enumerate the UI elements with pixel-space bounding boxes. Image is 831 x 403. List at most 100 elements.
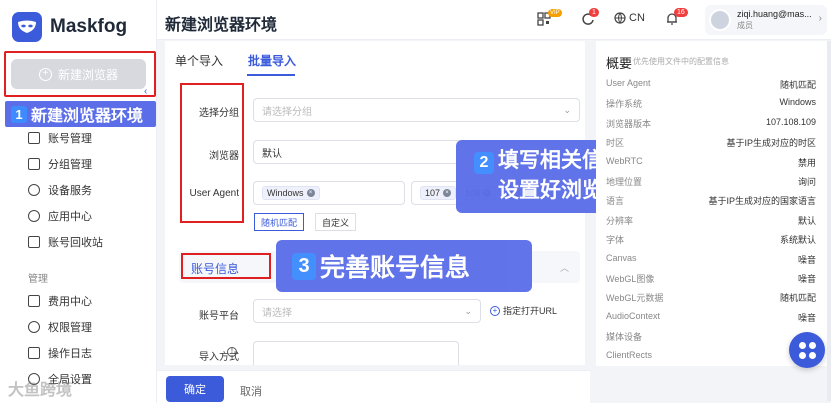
remove-tag-icon[interactable]: × [443,189,452,197]
apps-icon [28,210,40,222]
ua-os-select[interactable]: Windows × [253,181,405,205]
cancel-button[interactable]: 取消 [240,383,262,399]
log-icon [28,347,40,359]
platform-select[interactable]: 请选择 ⌄ [253,299,481,323]
sidebar-item-billing[interactable]: 费用中心 [28,293,92,309]
tab-single-import[interactable]: 单个导入 [175,52,223,69]
sidebar-item-permissions[interactable]: 权限管理 [28,319,92,335]
sidebar-item-devices[interactable]: 设备服务 [28,182,92,198]
group-label: 选择分组 [199,108,239,119]
summary-title: 概要 [606,56,633,71]
user-menu[interactable]: ziqi.huang@mas... 成员 › [705,5,827,35]
summary-row: WebRTC 禁用 [606,156,816,169]
collapse-sidebar-icon[interactable]: ‹ [144,86,156,98]
shield-icon [28,321,40,333]
folder-icon [28,158,40,170]
summary-row: WebGL图像 噪音 [606,272,816,285]
remove-tag-icon[interactable]: × [306,189,315,197]
summary-value: Windows [779,97,816,108]
active-tab-indicator [247,74,295,76]
tab-batch-import[interactable]: 批量导入 [248,52,296,69]
chevron-down-icon: ⌄ [563,105,571,115]
summary-value: 系统默认 [779,235,816,246]
summary-value: 随机匹配 [779,80,816,90]
import-method-box[interactable] [253,341,459,365]
version-tag: 107 × [420,186,457,200]
chevron-right-icon: › [818,13,822,24]
summary-row: ClientRects [606,350,816,360]
summary-value: 基于IP生成对应的时区 [726,138,816,149]
summary-row: User Agent 随机匹配 [606,78,816,91]
summary-value: 噪音 [797,254,816,265]
sidebar-item-label: 费用中心 [48,296,92,308]
summary-key: ClientRects [606,349,653,360]
new-browser-label: 新建浏览器 [57,67,118,82]
folder-icon [28,132,40,144]
sidebar-item-logs[interactable]: 操作日志 [28,345,92,361]
sidebar-item-label: 账号回收站 [48,237,103,249]
location-icon [28,184,40,196]
ua-mode-custom[interactable]: 自定义 [315,213,357,231]
brand-name: Maskfog [50,16,128,37]
mask-logo-icon [12,12,42,42]
open-url-link[interactable]: + 指定打开URL [490,304,557,317]
summary-row: AudioContext 噪音 [606,311,816,324]
chevron-up-icon[interactable]: ︿ [560,261,569,274]
page-title: 新建浏览器环境 [165,17,278,34]
language-switcher[interactable]: CN [614,12,645,24]
summary-key: 时区 [606,138,625,149]
sidebar-item-label: 分组管理 [48,159,92,171]
summary-key: 浏览器版本 [606,118,652,129]
callout-step-text: 完善账号信息 [320,254,471,282]
summary-value: 107.108.109 [765,116,816,127]
summary-key: 操作系统 [606,99,643,110]
new-browser-button[interactable]: + 新建浏览器 [11,59,146,89]
browser-label: 浏览器 [209,151,239,162]
sidebar-item-label: 账号管理 [48,133,92,145]
group-select[interactable]: 请选择分组 ⌄ [253,98,580,122]
sidebar-item-recycle[interactable]: 账号回收站 [28,234,103,250]
ua-label: User Agent [189,188,239,199]
summary-value: 基于IP生成对应的国家语言 [708,196,816,207]
platform-placeholder: 请选择 [262,307,292,319]
callout-step-number: 1 [11,105,27,123]
apps-fab-button[interactable] [789,332,825,368]
summary-key: User Agent [606,78,651,88]
summary-row: WebGL元数据 随机匹配 [606,291,816,304]
summary-key: 分辨率 [606,215,634,226]
sidebar-item-apps[interactable]: 应用中心 [28,208,92,224]
sync-badge: 1 [589,8,599,17]
open-url-label: 指定打开URL [503,306,558,316]
summary-value: 默认 [797,215,816,226]
summary-key: WebGL元数据 [606,293,664,304]
summary-key: 字体 [606,235,625,246]
summary-key: WebRTC [606,155,643,166]
group-placeholder: 请选择分组 [262,106,312,118]
scrollbar[interactable] [827,41,831,401]
sidebar-item-groups[interactable]: 分组管理 [28,156,92,172]
dollar-icon [28,295,40,307]
footer-actions: 确定 取消 [157,370,590,403]
import-tabs: 单个导入 批量导入 [165,41,585,77]
os-tag-label: Windows [267,188,304,198]
logo: Maskfog [12,12,127,42]
summary-row: 地理位置 询问 [606,175,816,188]
summary-row: 分辨率 默认 [606,214,816,227]
sidebar-item-label: 应用中心 [48,211,92,223]
confirm-button[interactable]: 确定 [166,376,224,402]
callout-step-number: 2 [474,152,494,174]
platform-label: 账号平台 [199,311,239,322]
summary-value: 禁用 [797,157,816,168]
plus-icon: + [38,67,52,81]
ua-mode-random[interactable]: 随机匹配 [254,213,305,231]
callout-step-text: 新建浏览器环境 [31,108,144,125]
watermark: 大鱼跨境 [8,382,73,399]
sidebar-item-accounts[interactable]: 账号管理 [28,130,92,146]
help-icon[interactable]: ! [227,347,237,357]
summary-key: Canvas [606,252,637,263]
sidebar-item-label: 权限管理 [48,322,92,334]
notification-badge: 16 [674,8,688,17]
summary-key: 媒体设备 [606,332,643,343]
version-tag-label: 107 [425,188,441,198]
browser-value: 默认 [262,148,282,160]
